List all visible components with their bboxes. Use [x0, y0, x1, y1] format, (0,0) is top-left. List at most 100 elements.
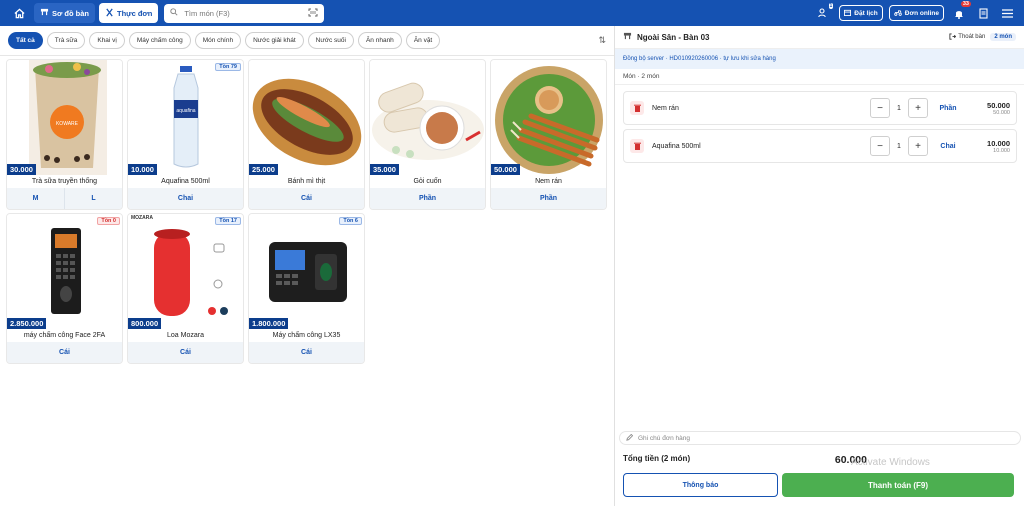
product-name: Loa Mozara — [167, 332, 204, 339]
product-card[interactable]: 25.000 Bánh mì thịt Cái — [248, 59, 365, 210]
nav-tables-label: Sơ đồ bàn — [52, 8, 89, 18]
category-appetizer[interactable]: Khai vị — [89, 32, 125, 49]
total-label: Tổng tiền (2 món) — [623, 454, 691, 463]
user-group-icon[interactable]: 1 — [815, 3, 834, 22]
category-fast-food[interactable]: Ăn nhanh — [357, 32, 402, 49]
increase-button[interactable]: + — [908, 136, 928, 156]
user-badge: 1 — [828, 3, 834, 9]
exit-table-label: Thoát bàn — [958, 34, 986, 40]
category-bar: Tất cả Trà sữa Khai vị Máy chấm công Món… — [0, 26, 614, 56]
barcode-scan-icon[interactable] — [308, 8, 318, 19]
quantity-stepper: − 1 + — [870, 98, 928, 118]
cutlery-icon — [105, 8, 114, 19]
category-snack[interactable]: Ăn vặt — [405, 32, 441, 49]
product-image: 25.000 — [249, 60, 364, 175]
product-card[interactable]: 35.000 Gỏi cuốn Phần — [369, 59, 486, 210]
home-icon[interactable] — [8, 2, 30, 24]
product-price: 35.000 — [370, 164, 399, 175]
stock-badge: Tồn 17 — [215, 217, 241, 225]
increase-button[interactable]: + — [908, 98, 928, 118]
quantity-value[interactable]: 1 — [890, 143, 908, 150]
product-card[interactable]: Tồn 0 2.850.000 máy chấm công Face 2FA C… — [6, 213, 123, 364]
product-name: Gỏi cuốn — [413, 178, 442, 185]
total-row: Tổng tiền (2 món) 60.000 — [623, 454, 1015, 466]
sync-status: Đồng bộ server · HD010920260006 · tự lưu… — [615, 49, 1024, 69]
booking-button[interactable]: Đặt lịch — [839, 5, 883, 21]
category-time-clock[interactable]: Máy chấm công — [128, 32, 191, 49]
line-price: 50.000 50.000 — [987, 101, 1010, 116]
order-note-field[interactable]: Ghi chú đơn hàng — [619, 431, 1021, 445]
unit-option[interactable]: Cái — [7, 342, 122, 363]
order-panel: Ngoài Sân - Bàn 03 Thoát bàn 2 món Đồng … — [614, 26, 1024, 506]
product-card[interactable]: 50.000 Nem rán Phần — [490, 59, 607, 210]
product-price: 25.000 — [249, 164, 278, 175]
product-image: KOWARE 30.000 — [7, 60, 122, 175]
sort-icon[interactable]: ⇅ — [598, 35, 606, 46]
quantity-value[interactable]: 1 — [890, 105, 908, 112]
table-name: Ngoài Sân - Bàn 03 — [637, 32, 710, 42]
stock-badge: Tồn 6 — [339, 217, 362, 225]
trash-icon[interactable] — [630, 101, 644, 115]
table-icon — [40, 8, 49, 18]
online-orders-button[interactable]: Đơn online — [888, 5, 944, 21]
notify-button[interactable]: Thông báo — [623, 473, 778, 497]
decrease-button[interactable]: − — [870, 98, 890, 118]
quantity-stepper: − 1 + — [870, 136, 928, 156]
line-name: Nem rán — [652, 104, 679, 112]
unit-options: M L — [7, 188, 122, 209]
unit-option[interactable]: Cái — [249, 188, 364, 209]
category-main-dish[interactable]: Món chính — [194, 32, 242, 49]
unit-option[interactable]: Cái — [128, 342, 243, 363]
product-image: MOZARA Tồn 17 800.000 — [128, 214, 243, 329]
order-note-placeholder: Ghi chú đơn hàng — [638, 434, 690, 442]
line-unit-price: 50.000 — [993, 109, 1010, 116]
product-price: 1.800.000 — [249, 318, 289, 329]
booking-label: Đặt lịch — [854, 9, 878, 17]
trash-icon[interactable] — [630, 139, 644, 153]
product-name: máy chấm công Face 2FA — [23, 332, 106, 339]
decrease-button[interactable]: − — [870, 136, 890, 156]
line-price: 10.000 10.000 — [987, 139, 1010, 154]
category-milk-tea[interactable]: Trà sữa — [46, 32, 86, 49]
unit-option[interactable]: Phần — [370, 188, 485, 209]
category-water[interactable]: Nước suối — [307, 32, 354, 49]
receipt-icon[interactable] — [974, 4, 992, 22]
unit-option-l[interactable]: L — [65, 188, 122, 209]
pencil-icon — [626, 433, 634, 443]
exit-table-button[interactable]: Thoát bàn — [949, 32, 986, 42]
unit-option[interactable]: Cái — [249, 342, 364, 363]
unit-option[interactable]: Chai — [128, 188, 243, 209]
hamburger-menu-icon[interactable] — [998, 4, 1016, 22]
notification-badge: 33 — [960, 1, 971, 7]
stock-badge: Tồn 0 — [97, 217, 120, 225]
category-all[interactable]: Tất cả — [8, 32, 43, 49]
nav-tables-button[interactable]: Sơ đồ bàn — [34, 3, 95, 23]
category-soft-drink[interactable]: Nước giải khát — [245, 32, 304, 49]
items-header: Món · 2 món — [615, 69, 1024, 85]
product-name: Bánh mì thịt — [287, 178, 326, 185]
product-card[interactable]: aquafina Tồn 79 10.000 Aquafina 500ml Ch… — [127, 59, 244, 210]
search-box[interactable] — [164, 3, 325, 23]
exit-icon — [949, 32, 957, 42]
search-input[interactable] — [184, 8, 303, 18]
calendar-icon — [844, 9, 852, 18]
product-name: Aquafina 500ml — [161, 178, 210, 185]
product-card[interactable]: Tồn 6 1.800.000 Máy chấm công LX35 Cái — [248, 213, 365, 364]
bell-icon[interactable]: 33 — [950, 1, 971, 22]
product-image: Tồn 6 1.800.000 — [249, 214, 364, 329]
line-unit[interactable]: Chai — [928, 143, 968, 150]
line-unit[interactable]: Phần — [928, 105, 968, 112]
product-card[interactable]: MOZARA Tồn 17 800.000 Loa Mozara Cái — [127, 213, 244, 364]
brand-logo: MOZARA — [131, 215, 153, 221]
line-total: 10.000 — [987, 138, 1010, 148]
online-orders-label: Đơn online — [904, 9, 939, 17]
product-price: 30.000 — [7, 164, 36, 175]
product-image: 35.000 — [370, 60, 485, 175]
nav-menu-button[interactable]: Thực đơn — [99, 3, 159, 23]
product-image: aquafina Tồn 79 10.000 — [128, 60, 243, 175]
top-bar: Sơ đồ bàn Thực đơn 1 Đặt lịch — [0, 0, 1024, 26]
unit-option[interactable]: Phần — [491, 188, 606, 209]
product-card[interactable]: KOWARE 30.000 Trà sữa truyền thống M L — [6, 59, 123, 210]
unit-option-m[interactable]: M — [7, 188, 65, 209]
pay-button[interactable]: Thanh toán (F9) — [782, 473, 1014, 497]
